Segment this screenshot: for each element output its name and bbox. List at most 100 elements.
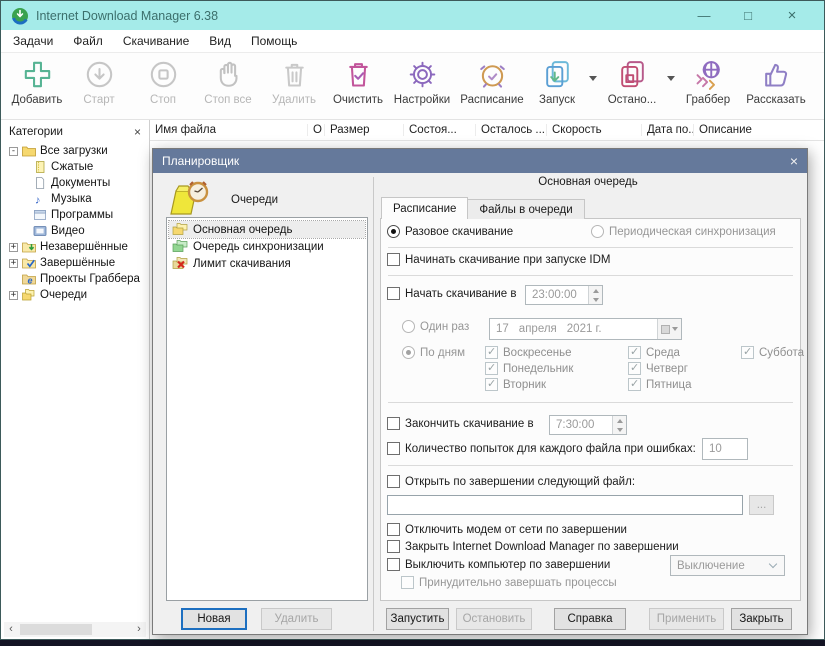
tree-item-documents[interactable]: Документы (7, 175, 149, 191)
queue-folder-icon (172, 223, 188, 236)
retries-checkbox[interactable]: Количество попыток для каждого файла при… (387, 442, 696, 455)
column-speed[interactable]: Скорость (547, 124, 642, 136)
start-queue-dropdown[interactable] (585, 58, 601, 81)
music-note-icon: ♪ (33, 193, 47, 205)
once-radio: Один раз (402, 320, 469, 333)
program-window-icon (33, 209, 47, 221)
scheduler-button[interactable]: Расписание (455, 58, 529, 106)
help-button[interactable]: Справка (554, 608, 626, 630)
start-queue-dialog-button[interactable]: Запустить (386, 608, 449, 630)
tab-files-in-queue[interactable]: Файлы в очереди (468, 199, 584, 219)
tree-item-video[interactable]: Видео (7, 223, 149, 239)
start-icon (83, 58, 116, 91)
start-at-launch-checkbox[interactable]: Начинать скачивание при запуске IDM (387, 253, 610, 266)
clear-list-button[interactable]: Очистить (327, 58, 389, 106)
open-file-path-input[interactable] (387, 495, 743, 515)
stop-download-at-checkbox[interactable]: Закончить скачивание в (387, 417, 534, 430)
start-download-button: Старт (67, 58, 131, 106)
expand-icon[interactable]: + (9, 291, 18, 300)
dialog-close-icon[interactable]: × (790, 153, 798, 169)
scroll-right-icon[interactable]: › (132, 623, 146, 636)
periodic-sync-radio: Периодическая синхронизация (591, 225, 776, 238)
zip-file-icon (33, 161, 47, 173)
queue-item-main[interactable]: Основная очередь (169, 221, 365, 238)
stop-all-button: Стоп все (195, 58, 261, 106)
close-button[interactable]: × (770, 7, 814, 24)
menu-downloads[interactable]: Скачивание (113, 34, 199, 48)
shutdown-checkbox[interactable]: Выключить компьютер по завершении (387, 558, 610, 571)
menu-file[interactable]: Файл (63, 34, 113, 48)
dialog-title-bar: Планировщик × (153, 149, 807, 173)
tab-schedule[interactable]: Расписание (381, 197, 468, 219)
close-dialog-button[interactable]: Закрыть (731, 608, 792, 630)
start-time-spinner: 23:00:00 (525, 285, 603, 305)
queue-item-sync[interactable]: Очередь синхронизации (169, 238, 365, 255)
gear-icon (406, 58, 439, 91)
tree-item-queues[interactable]: + Очереди (7, 287, 149, 303)
tell-friends-button[interactable]: Рассказать (737, 58, 815, 106)
column-description[interactable]: Описание (694, 124, 804, 136)
delete-button: Удалить (261, 58, 327, 106)
day-monday-checkbox: Понедельник (485, 362, 573, 375)
expand-icon[interactable]: + (9, 243, 18, 252)
tree-item-music[interactable]: ♪ Музыка (7, 191, 149, 207)
exit-idm-checkbox[interactable]: Закрыть Internet Download Manager по зав… (387, 540, 679, 553)
stop-queue-dropdown[interactable] (663, 58, 679, 81)
one-time-download-radio[interactable]: Разовое скачивание (387, 225, 513, 238)
grabber-button[interactable]: Граббер (679, 58, 737, 106)
stop-time-spinner: 7:30:00 (549, 415, 627, 435)
days-column-1: Воскресенье Понедельник Вторник (485, 346, 573, 391)
collapse-icon[interactable]: - (9, 147, 18, 156)
tree-item-compressed[interactable]: Сжатые (7, 159, 149, 175)
queue-item-limit[interactable]: Лимит скачивания (169, 255, 365, 272)
new-queue-button[interactable]: Новая (181, 608, 247, 630)
radio-selected (387, 225, 400, 238)
column-timeleft[interactable]: Осталось ... (476, 124, 547, 136)
column-size[interactable]: Размер (325, 124, 404, 136)
minimize-button[interactable]: — (682, 8, 726, 23)
add-url-button[interactable]: Добавить (7, 58, 67, 106)
menu-tasks[interactable]: Задачи (3, 34, 63, 48)
maximize-button[interactable]: □ (726, 8, 770, 23)
day-thursday-checkbox: Четверг (628, 362, 692, 375)
stop-queue-dialog-button: Остановить (456, 608, 532, 630)
column-filename[interactable]: Имя файла (150, 124, 308, 136)
options-button[interactable]: Настройки (389, 58, 455, 106)
tree-item-unfinished[interactable]: + Незавершённые (7, 239, 149, 255)
scroll-left-icon[interactable]: ‹ (4, 623, 18, 636)
column-status[interactable]: Состоя... (404, 124, 476, 136)
stop-queue-button[interactable]: Остано... (601, 58, 663, 106)
day-saturday-checkbox: Суббота (741, 346, 804, 359)
tree-item-finished[interactable]: + Завершённые (7, 255, 149, 271)
column-q[interactable]: О (308, 124, 325, 136)
start-queue-button[interactable]: Запуск (529, 58, 585, 106)
tree-item-programs[interactable]: Программы (7, 207, 149, 223)
expand-icon[interactable]: + (9, 259, 18, 268)
folder-download-icon (22, 241, 36, 253)
force-processes-checkbox: Принудительно завершать процессы (401, 576, 617, 589)
start-download-at-checkbox[interactable]: Начать скачивание в (387, 287, 516, 300)
hangup-modem-checkbox[interactable]: Отключить модем от сети по завершении (387, 523, 627, 536)
queue-list: Основная очередь Очередь синхронизации Л… (166, 217, 368, 601)
thumbs-up-icon (760, 58, 793, 91)
day-tuesday-checkbox: Вторник (485, 378, 573, 391)
download-list-header: Имя файла О Размер Состоя... Осталось ..… (150, 120, 824, 141)
tree-item-grabber-projects[interactable]: e Проекты Граббера (7, 271, 149, 287)
categories-close-icon[interactable]: × (134, 125, 141, 139)
browse-button: ... (749, 495, 774, 515)
add-icon (21, 58, 54, 91)
column-date[interactable]: Дата по... (642, 124, 694, 136)
scrollbar-thumb[interactable] (20, 624, 92, 635)
folder-web-icon: e (22, 273, 36, 285)
day-wednesday-checkbox: Среда (628, 346, 692, 359)
menu-view[interactable]: Вид (199, 34, 241, 48)
tree-item-all-downloads[interactable]: - Все загрузки (7, 143, 149, 159)
category-tree: - Все загрузки Сжатые Документы ♪ Музыка (1, 141, 149, 621)
categories-panel: Категории × - Все загрузки Сжатые Докуме… (1, 120, 150, 639)
menu-help[interactable]: Помощь (241, 34, 307, 48)
sidebar-horizontal-scrollbar[interactable]: ‹ › (4, 622, 146, 637)
shutdown-mode-combobox: Выключение (670, 555, 785, 576)
svg-text:e: e (28, 276, 33, 286)
open-file-checkbox[interactable]: Открыть по завершении следующий файл: (387, 475, 635, 488)
tab-strip: Расписание Файлы в очереди (381, 197, 585, 219)
